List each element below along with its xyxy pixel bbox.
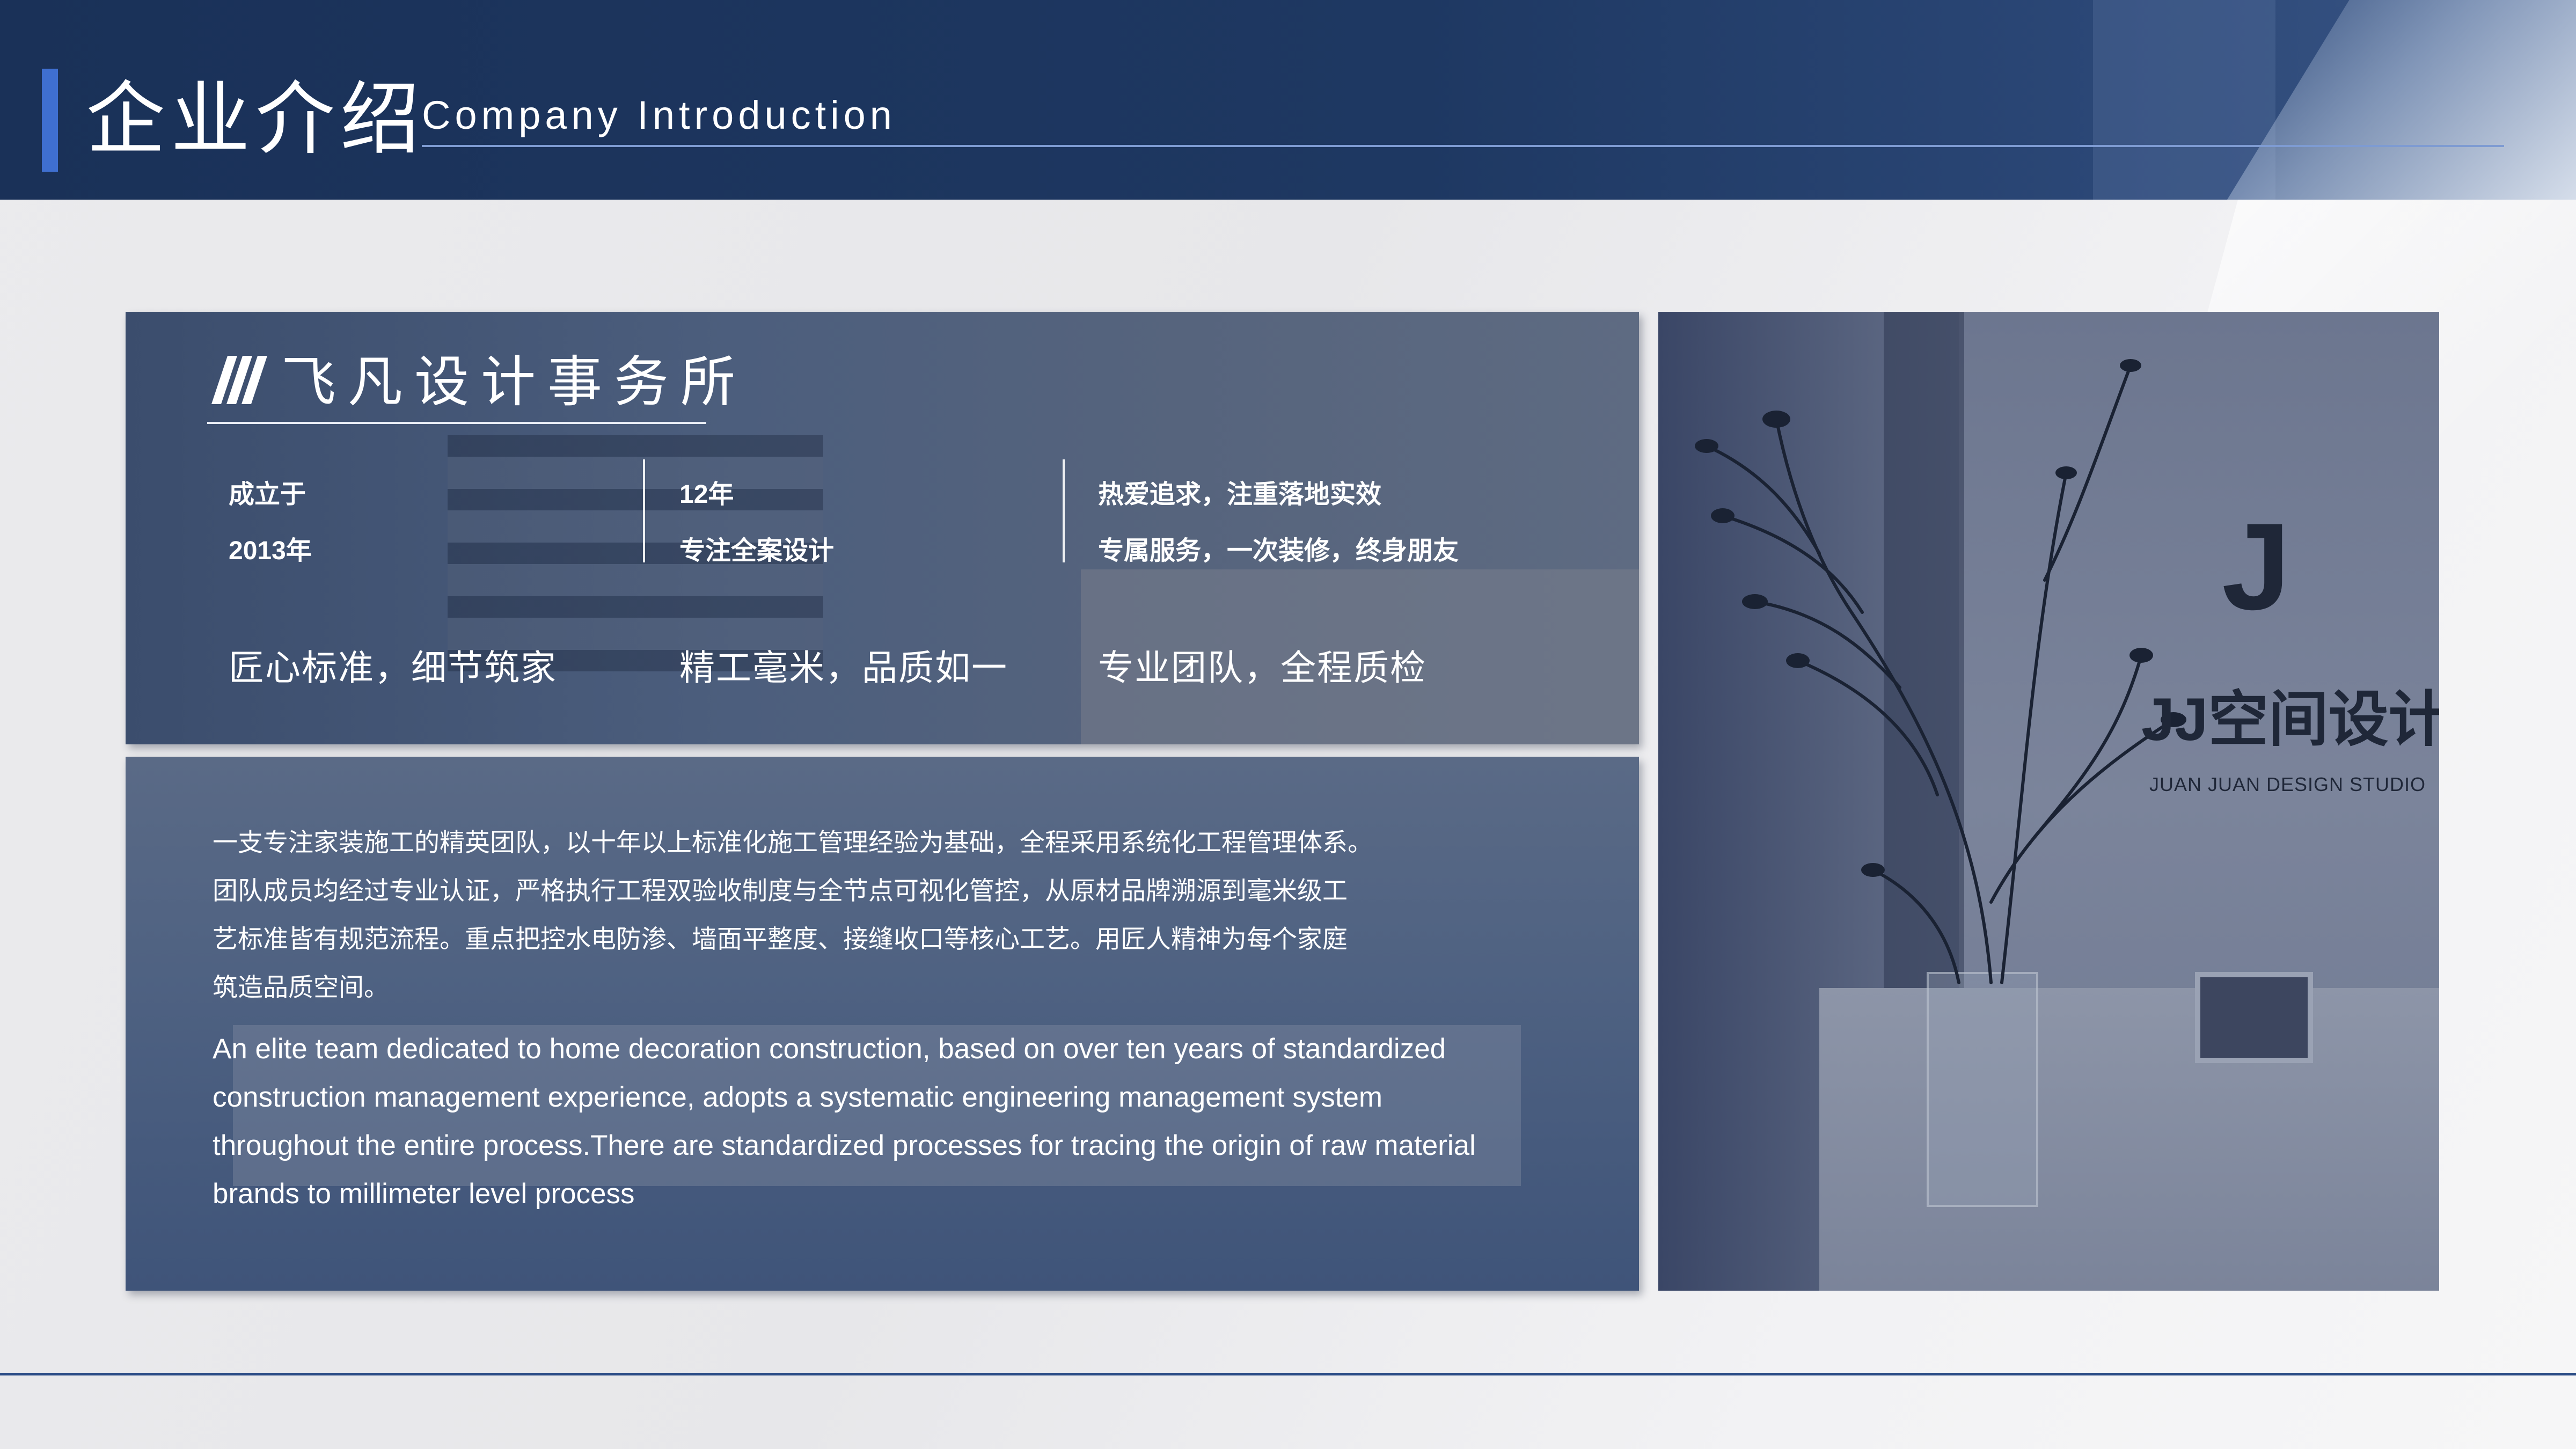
studio-photo: J JJ空间设计 JUAN JUAN DESIGN STUDIO — [1658, 312, 2439, 1291]
years-value: 12年 — [679, 480, 734, 509]
header-band: 企业介绍 Company Introduction — [0, 0, 2576, 200]
page-subtitle: Company Introduction — [422, 93, 896, 137]
title-accent-bar — [42, 69, 58, 172]
title-underline — [422, 145, 2504, 147]
footer-rule — [0, 1373, 2576, 1375]
years-caption: 专注全案设计 — [679, 537, 835, 565]
description-en-line: throughout the entire process.There are … — [213, 1130, 1476, 1161]
motto-line-1: 热爱追求，注重落地实效 — [1098, 480, 1382, 509]
intro-card: 飞凡设计事务所 成立于 2013年 12年 专注全案设计 热爱追求，注重落地实效… — [126, 312, 1639, 744]
slogan-2: 精工毫米，品质如一 — [679, 647, 1008, 689]
motto-line-2: 专属服务，一次装修，终身朋友 — [1098, 537, 1459, 565]
description-cn-line: 一支专注家装施工的精英团队，以十年以上标准化施工管理经验为基础，全程采用系统化工… — [213, 828, 1373, 857]
column-divider — [643, 459, 645, 562]
company-name-underline — [207, 422, 706, 424]
description-en-line: construction management experience, adop… — [213, 1081, 1383, 1113]
description-cn-line: 筑造品质空间。 — [213, 973, 389, 1001]
description-cn-line: 艺标准皆有规范流程。重点把控水电防渗、墙面平整度、接缝收口等核心工艺。用匠人精神… — [213, 925, 1348, 953]
founded-year: 2013年 — [229, 537, 312, 565]
description-chinese: 一支专注家装施工的精英团队，以十年以上标准化施工管理经验为基础，全程采用系统化工… — [213, 818, 1533, 1012]
description-card: 一支专注家装施工的精英团队，以十年以上标准化施工管理经验为基础，全程采用系统化工… — [126, 757, 1639, 1291]
studio-logo-mark: J — [2222, 497, 2290, 635]
description-en-line: brands to millimeter level process — [213, 1178, 635, 1210]
slogan-3: 专业团队，全程质检 — [1098, 647, 1426, 689]
founded-label: 成立于 — [229, 480, 306, 509]
column-divider — [1063, 459, 1065, 562]
studio-english-text: JUAN JUAN DESIGN STUDIO — [2149, 773, 2426, 795]
slogan-1: 匠心标准，细节筑家 — [229, 647, 557, 689]
description-cn-line: 团队成员均经过专业认证，严格执行工程双验收制度与全节点可视化管控，从原材品牌溯源… — [213, 876, 1348, 905]
description-en-line: An elite team dedicated to home decorati… — [213, 1033, 1446, 1065]
plant-branches-icon — [1695, 359, 2186, 984]
description-english: An elite team dedicated to home decorati… — [213, 1025, 1554, 1218]
header-light-decoration — [2227, 0, 2576, 200]
company-name: 飞凡设计事务所 — [281, 350, 747, 414]
studio-brand-text: JJ空间设计 — [2141, 686, 2439, 753]
page-title: 企业介绍 — [86, 73, 425, 165]
company-logo-icon — [211, 356, 267, 404]
